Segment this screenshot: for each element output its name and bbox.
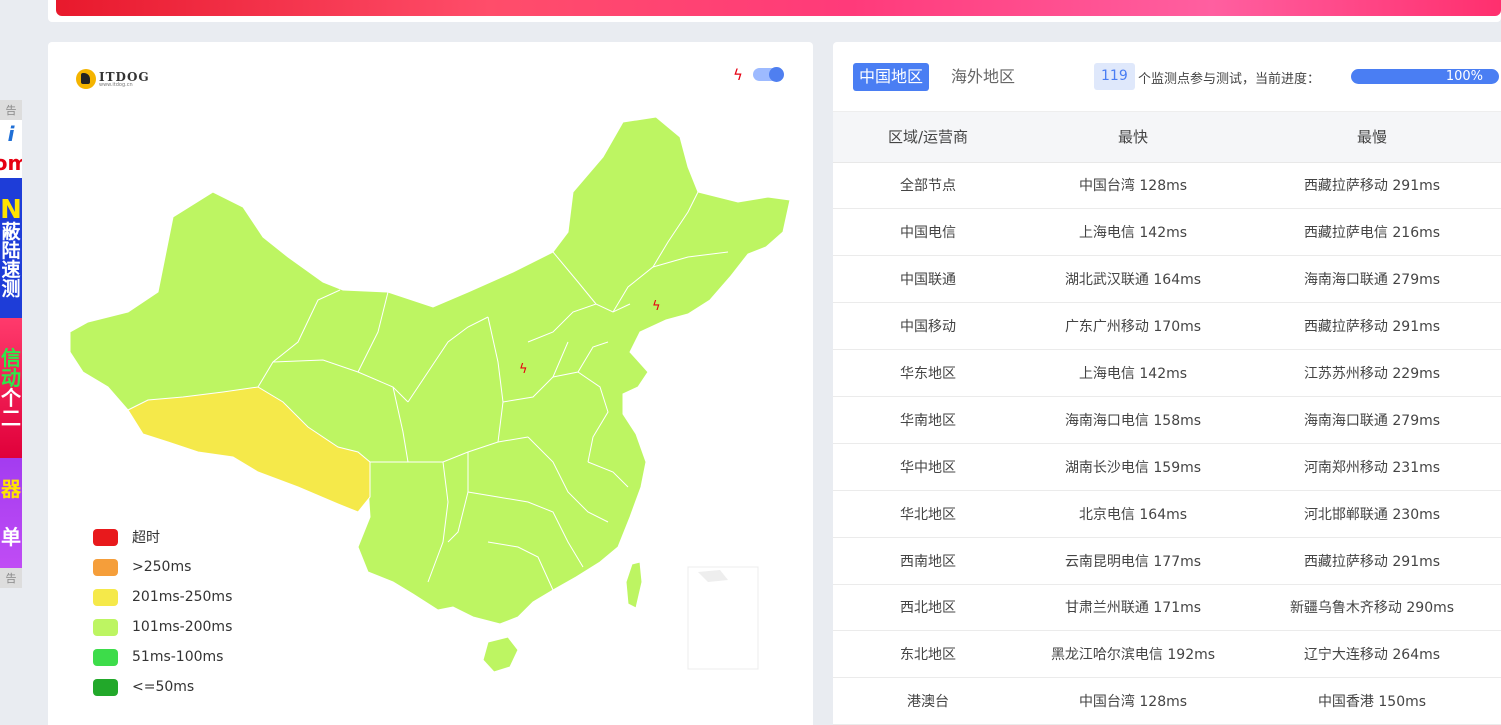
side-ad-strip[interactable]: 告 i om N蔽陆速测 信动个二 器单 告	[0, 100, 22, 600]
slowest-cell: 海南海口联通 279ms	[1243, 255, 1501, 304]
region-cell: 中国联通	[833, 255, 1023, 304]
region-cell: 华北地区	[833, 490, 1023, 538]
hainan-region[interactable]	[482, 636, 519, 673]
fastest-cell: 黑龙江哈尔滨电信 192ms	[1023, 630, 1243, 679]
taiwan-region[interactable]	[625, 561, 643, 609]
slowest-cell: 新疆乌鲁木齐移动 290ms	[1243, 584, 1501, 632]
region-cell: 东北地区	[833, 630, 1023, 679]
legend-swatch	[93, 558, 118, 576]
tab-overseas[interactable]: 海外地区	[945, 63, 1021, 91]
legend-item: 超时	[93, 522, 232, 552]
progress-label: 100%	[1445, 69, 1483, 84]
results-header: 中国地区 海外地区 119 个监测点参与测试，当前进度： 100%	[833, 42, 1501, 112]
region-cell: 西南地区	[833, 537, 1023, 585]
fastest-cell: 北京电信 164ms	[1023, 490, 1243, 538]
legend-label: 超时	[132, 530, 160, 546]
ad-label: 告	[0, 100, 22, 120]
monitor-count-text: 个监测点参与测试，当前进度：	[1138, 72, 1321, 87]
slowest-cell: 海南海口联通 279ms	[1243, 396, 1501, 444]
legend-label: 201ms-250ms	[132, 589, 233, 605]
slowest-cell: 河南郑州移动 231ms	[1243, 443, 1501, 491]
legend-item: <=50ms	[93, 672, 232, 702]
legend-label: <=50ms	[132, 679, 195, 695]
slowest-cell: 西藏拉萨移动 291ms	[1243, 537, 1501, 585]
table-row[interactable]: 西南地区 云南昆明电信 177ms 西藏拉萨移动 291ms	[833, 537, 1501, 585]
fastest-cell: 上海电信 142ms	[1023, 349, 1243, 397]
legend-item: >250ms	[93, 552, 232, 582]
legend-item: 101ms-200ms	[93, 612, 232, 642]
legend-label: 101ms-200ms	[132, 619, 233, 635]
ad-segment-1[interactable]: i	[0, 120, 22, 148]
legend-swatch	[93, 618, 118, 636]
monitor-count-badge: 119	[1094, 63, 1135, 90]
fastest-cell: 湖北武汉联通 164ms	[1023, 255, 1243, 304]
table-row[interactable]: 中国电信 上海电信 142ms 西藏拉萨电信 216ms	[833, 208, 1501, 257]
fastest-cell: 云南昆明电信 177ms	[1023, 537, 1243, 585]
fastest-cell: 海南海口电信 158ms	[1023, 396, 1243, 444]
slowest-cell: 西藏拉萨移动 291ms	[1243, 302, 1501, 351]
ad-segment-2[interactable]: om	[0, 148, 22, 178]
slowest-cell: 河北邯郸联通 230ms	[1243, 490, 1501, 538]
region-cell: 华东地区	[833, 349, 1023, 397]
table-row[interactable]: 华东地区 上海电信 142ms 江苏苏州移动 229ms	[833, 349, 1501, 397]
table-row[interactable]: 华南地区 海南海口电信 158ms 海南海口联通 279ms	[833, 396, 1501, 444]
map-card: ITDOG www.itdog.cn ϟ ϟ ϟ 超时 >250ms 201ms…	[48, 42, 813, 725]
legend-label: 51ms-100ms	[132, 649, 224, 665]
table-header-row: 区域/运营商 最快 最慢	[833, 112, 1501, 163]
top-ad-banner[interactable]	[56, 0, 1501, 16]
inset-land	[698, 570, 728, 582]
ad-segment-5[interactable]: 器单	[0, 458, 22, 568]
fastest-cell: 中国台湾 128ms	[1023, 162, 1243, 210]
slowest-cell: 中国香港 150ms	[1243, 677, 1501, 725]
region-cell: 港澳台	[833, 677, 1023, 725]
tab-china[interactable]: 中国地区	[853, 63, 930, 91]
column-header-region[interactable]: 区域/运营商	[833, 112, 1023, 163]
legend-label: >250ms	[132, 559, 192, 575]
region-cell: 华南地区	[833, 396, 1023, 444]
table-row[interactable]: 西北地区 甘肃兰州联通 171ms 新疆乌鲁木齐移动 290ms	[833, 584, 1501, 632]
region-cell: 全部节点	[833, 162, 1023, 210]
ad-segment-3[interactable]: N蔽陆速测	[0, 178, 22, 318]
results-table: 区域/运营商 最快 最慢 全部节点 中国台湾 128ms 西藏拉萨移动 291ms 中…	[833, 112, 1501, 725]
table-row[interactable]: 中国移动 广东广州移动 170ms 西藏拉萨移动 291ms	[833, 302, 1501, 351]
table-row[interactable]: 华北地区 北京电信 164ms 河北邯郸联通 230ms	[833, 490, 1501, 538]
fastest-cell: 中国台湾 128ms	[1023, 677, 1243, 725]
legend-swatch	[93, 588, 118, 606]
progress-bar: 100%	[1351, 69, 1499, 84]
latency-legend: 超时 >250ms 201ms-250ms 101ms-200ms 51ms-1…	[93, 522, 232, 702]
region-cell: 中国电信	[833, 208, 1023, 257]
region-cell: 中国移动	[833, 302, 1023, 351]
slowest-cell: 辽宁大连移动 264ms	[1243, 630, 1501, 679]
legend-swatch	[93, 528, 118, 546]
fastest-cell: 广东广州移动 170ms	[1023, 302, 1243, 351]
slowest-cell: 西藏拉萨电信 216ms	[1243, 208, 1501, 257]
table-row[interactable]: 华中地区 湖南长沙电信 159ms 河南郑州移动 231ms	[833, 443, 1501, 491]
column-header-slowest[interactable]: 最慢	[1243, 112, 1501, 163]
column-header-fastest[interactable]: 最快	[1023, 112, 1243, 163]
map-lightning-icon: ϟ	[519, 362, 528, 377]
table-row[interactable]: 全部节点 中国台湾 128ms 西藏拉萨移动 291ms	[833, 162, 1501, 210]
table-row[interactable]: 东北地区 黑龙江哈尔滨电信 192ms 辽宁大连移动 264ms	[833, 630, 1501, 679]
fastest-cell: 甘肃兰州联通 171ms	[1023, 584, 1243, 632]
ad-label-bottom: 告	[0, 568, 22, 588]
legend-swatch	[93, 648, 118, 666]
region-cell: 华中地区	[833, 443, 1023, 491]
fastest-cell: 湖南长沙电信 159ms	[1023, 443, 1243, 491]
region-cell: 西北地区	[833, 584, 1023, 632]
south-china-sea-inset	[687, 566, 759, 670]
ad-segment-4[interactable]: 信动个二	[0, 318, 22, 458]
slowest-cell: 西藏拉萨移动 291ms	[1243, 162, 1501, 210]
slowest-cell: 江苏苏州移动 229ms	[1243, 349, 1501, 397]
table-row[interactable]: 港澳台 中国台湾 128ms 中国香港 150ms	[833, 677, 1501, 725]
legend-item: 51ms-100ms	[93, 642, 232, 672]
fastest-cell: 上海电信 142ms	[1023, 208, 1243, 257]
table-row[interactable]: 中国联通 湖北武汉联通 164ms 海南海口联通 279ms	[833, 255, 1501, 304]
legend-swatch	[93, 678, 118, 696]
results-panel: 中国地区 海外地区 119 个监测点参与测试，当前进度： 100% 区域/运营商…	[833, 42, 1501, 725]
map-lightning-icon: ϟ	[652, 299, 661, 314]
legend-item: 201ms-250ms	[93, 582, 232, 612]
